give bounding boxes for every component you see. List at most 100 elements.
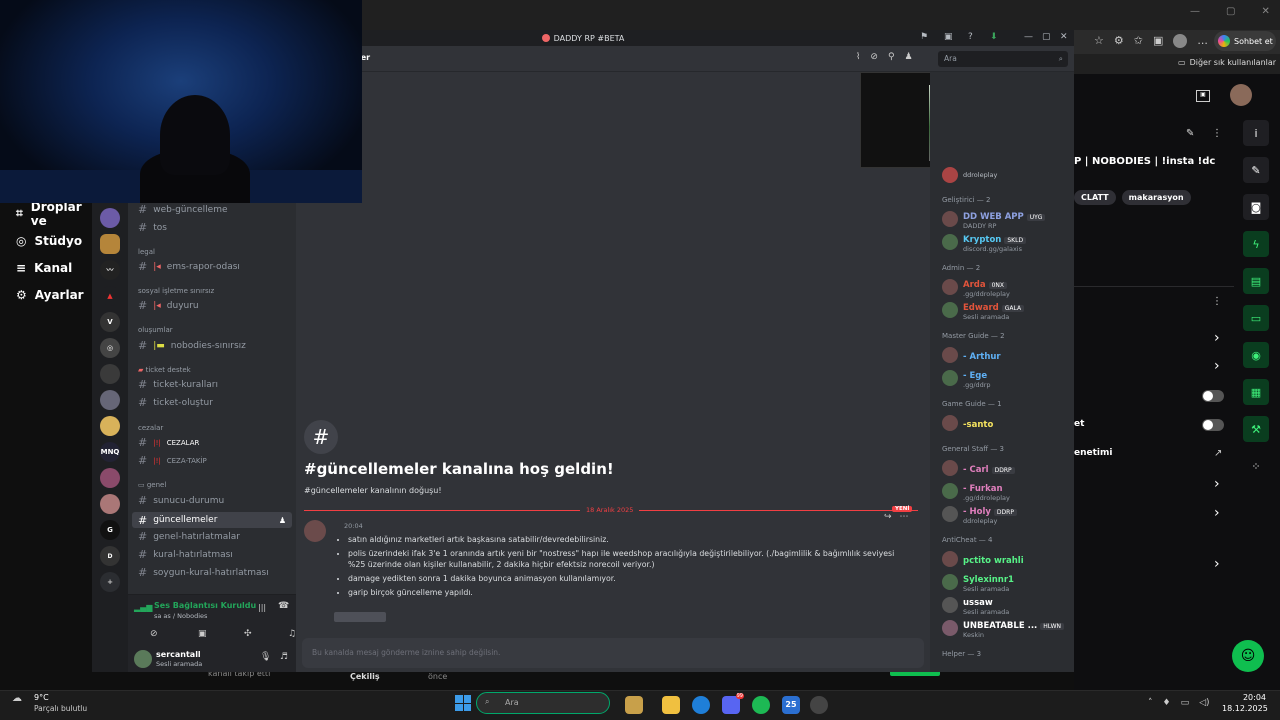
- server-icon[interactable]: [100, 364, 120, 384]
- spotify-icon[interactable]: [752, 696, 770, 714]
- member-item[interactable]: DD WEB APP UYG DADDY RP: [942, 208, 1070, 230]
- voice-channel[interactable]: sa as / Nobodies: [154, 612, 207, 620]
- channel-item[interactable]: # |◂ ems-rapor-odası: [138, 260, 240, 273]
- apps-icon[interactable]: ⁘: [1243, 453, 1269, 479]
- noise-icon[interactable]: |||: [258, 603, 266, 612]
- more-icon[interactable]: ⋯: [900, 512, 909, 522]
- start-button[interactable]: [455, 695, 471, 711]
- weather-icon[interactable]: ☁: [12, 693, 22, 704]
- nav-settings[interactable]: ⚙ Ayarlar: [0, 281, 92, 308]
- tag-chip[interactable]: makarasyon: [1121, 190, 1191, 205]
- channel-item[interactable]: # web-güncelleme: [138, 203, 228, 216]
- nav-studio[interactable]: ◎ Stüdyo: [0, 227, 92, 254]
- edge-icon[interactable]: [692, 696, 710, 714]
- other-favorites-folder[interactable]: ▭ Diğer sık kullanılanlar: [1178, 58, 1276, 67]
- close-icon[interactable]: ✕: [1261, 6, 1269, 22]
- add-server-icon[interactable]: +: [100, 572, 120, 592]
- member-item[interactable]: Edward GALA Sesli aramada: [942, 299, 1070, 321]
- member-item[interactable]: ussaw Sesli aramada: [942, 594, 1070, 616]
- screen-share-icon[interactable]: ▣: [198, 629, 207, 639]
- layout-icon[interactable]: ▦: [1243, 379, 1269, 405]
- server-icon[interactable]: [100, 390, 120, 410]
- category-legal[interactable]: legal: [138, 248, 155, 256]
- server-icon[interactable]: [100, 208, 120, 228]
- headphones-icon[interactable]: ♬: [280, 652, 288, 662]
- browser-window-controls[interactable]: — ▢ ✕: [1190, 6, 1280, 22]
- pin-icon[interactable]: ⚲: [888, 52, 895, 62]
- camera-icon[interactable]: ◙: [1243, 194, 1269, 220]
- attachment-placeholder[interactable]: [334, 612, 386, 622]
- discord-icon[interactable]: 99: [722, 693, 744, 714]
- tv-icon[interactable]: ▣: [1196, 90, 1210, 102]
- member-item[interactable]: Sylexinnr1 Sesli aramada: [942, 571, 1070, 593]
- avatar[interactable]: [304, 520, 326, 542]
- member-item[interactable]: UNBEATABLE ... HLWN Keskin: [942, 617, 1070, 639]
- channel-item[interactable]: # genel-hatırlatmalar: [138, 530, 240, 543]
- member-item[interactable]: pctito wrahli: [942, 548, 1070, 570]
- server-icon[interactable]: [100, 494, 120, 514]
- server-icon[interactable]: MNQ: [100, 442, 120, 462]
- user-avatar[interactable]: [1230, 84, 1252, 106]
- server-icon[interactable]: 〰: [100, 260, 120, 280]
- toggle-switch[interactable]: [1202, 419, 1224, 431]
- soundboard-icon[interactable]: ♫: [288, 629, 296, 639]
- download-icon[interactable]: ⬇: [990, 32, 998, 42]
- channel-item[interactable]: # |!| CEZA-TAKİP: [138, 454, 207, 467]
- members-icon[interactable]: ♟: [905, 52, 913, 62]
- pencil-icon[interactable]: ✎: [1243, 157, 1269, 183]
- forward-icon[interactable]: ↪: [884, 512, 892, 522]
- member-item[interactable]: - Furkan .gg/ddroleplay: [942, 480, 1070, 502]
- member-item[interactable]: Krypton SKLD discord.gg/galaxis: [942, 231, 1070, 253]
- edit-icon[interactable]: ✎: [1186, 128, 1194, 139]
- help-icon[interactable]: ?: [968, 32, 973, 42]
- channel-item[interactable]: # sunucu-durumu: [138, 494, 224, 507]
- chevron-right-icon[interactable]: ›: [1214, 330, 1220, 346]
- inbox-icon[interactable]: ⚑: [920, 32, 928, 42]
- weather-desc[interactable]: Parçalı bulutlu: [34, 704, 87, 713]
- toggle-switch[interactable]: [1202, 390, 1224, 402]
- member-item[interactable]: - Carl DDRP: [942, 457, 1070, 479]
- minimize-icon[interactable]: —: [1024, 32, 1033, 42]
- member-item[interactable]: - Holy DDRP ddroleplay: [942, 503, 1070, 525]
- maximize-icon[interactable]: ▢: [1226, 6, 1235, 22]
- search-input[interactable]: Ara ⌕: [938, 51, 1068, 67]
- chevron-right-icon[interactable]: ›: [1214, 505, 1220, 521]
- network-icon[interactable]: ▭: [1181, 698, 1190, 708]
- chat-icon[interactable]: ▭: [1243, 305, 1269, 331]
- channel-item[interactable]: # ticket-oluştur: [138, 396, 213, 409]
- microphone-icon[interactable]: ♦: [1163, 698, 1171, 708]
- add-member-icon[interactable]: ♟: [279, 516, 286, 525]
- more-vertical-icon[interactable]: ⋮: [1212, 128, 1222, 139]
- disconnect-icon[interactable]: ☎: [278, 601, 289, 611]
- tag-chip[interactable]: CLATT: [1074, 190, 1116, 205]
- channel-item[interactable]: # |▬ nobodies-sınırsız: [138, 339, 246, 352]
- channel-item[interactable]: # soygun-kural-hatırlatması: [138, 566, 269, 579]
- profile-avatar[interactable]: [1173, 34, 1188, 48]
- chevron-right-icon[interactable]: ›: [1214, 476, 1220, 492]
- channel-item[interactable]: # |!| CEZALAR: [138, 436, 199, 449]
- collections-icon[interactable]: ▣: [1153, 34, 1163, 48]
- category-olusumlar[interactable]: oluşumlar: [138, 326, 173, 334]
- channel-item[interactable]: # |◂ duyuru: [138, 299, 199, 312]
- chevron-right-icon[interactable]: ›: [1214, 358, 1220, 374]
- member-item[interactable]: - Ege .gg/ddrp: [942, 367, 1070, 389]
- lightning-icon[interactable]: ϟ: [1243, 231, 1269, 257]
- threads-icon[interactable]: ⌇: [856, 52, 860, 62]
- external-link-icon[interactable]: ↗: [1214, 448, 1222, 459]
- clock-date[interactable]: 18.12.2025: [1222, 704, 1268, 713]
- member-item[interactable]: - Arthur: [942, 344, 1070, 366]
- mute-icon[interactable]: ⊘: [870, 52, 878, 62]
- category-sosyal[interactable]: sosyal işletme Sınırsız: [138, 287, 214, 295]
- chevron-up-icon[interactable]: ˄: [1148, 698, 1153, 708]
- channel-item[interactable]: # ticket-kuralları: [138, 378, 218, 391]
- activities-icon[interactable]: ✣: [244, 629, 252, 639]
- voice-status[interactable]: Ses Bağlantısı Kuruldu: [154, 601, 256, 610]
- app-icon[interactable]: 25: [782, 696, 800, 714]
- server-icon[interactable]: [100, 468, 120, 488]
- more-vertical-icon[interactable]: ⋮: [1212, 296, 1222, 307]
- copilot-button[interactable]: Sohbet et: [1214, 31, 1276, 51]
- document-icon[interactable]: ▤: [1243, 268, 1269, 294]
- category-genel[interactable]: ▭ Genel: [138, 481, 166, 489]
- recording-app-icon[interactable]: [810, 696, 828, 714]
- server-icon[interactable]: [100, 416, 120, 436]
